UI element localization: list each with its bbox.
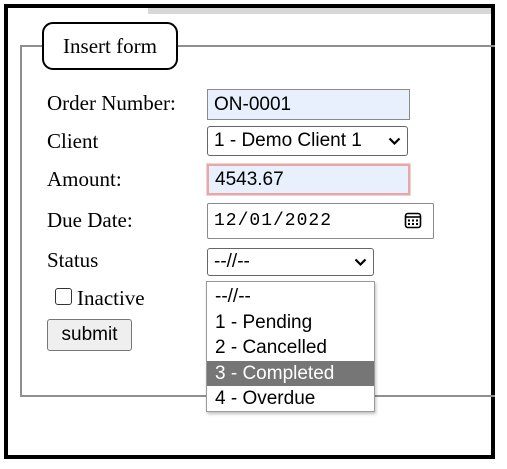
status-dropdown-list: --//-- 1 - Pending 2 - Cancelled 3 - Com… bbox=[206, 281, 375, 412]
order-number-value: ON-0001 bbox=[214, 93, 292, 115]
amount-value: 4543.67 bbox=[215, 168, 284, 190]
chevron-down-icon bbox=[354, 258, 367, 267]
status-option-highlighted[interactable]: 3 - Completed bbox=[207, 360, 374, 386]
submit-button-label: submit bbox=[61, 324, 118, 345]
order-number-label: Order Number: bbox=[47, 91, 176, 115]
status-option[interactable]: 4 - Overdue bbox=[207, 386, 374, 412]
due-date-input[interactable]: 12/01/2022 bbox=[207, 203, 434, 239]
due-date-value: 12/01/2022 bbox=[214, 211, 333, 231]
amount-label: Amount: bbox=[47, 167, 122, 191]
form-legend: Insert form bbox=[42, 22, 178, 70]
status-option[interactable]: 2 - Cancelled bbox=[207, 335, 374, 361]
status-label: Status bbox=[47, 248, 99, 272]
client-select[interactable]: 1 - Demo Client 1 bbox=[207, 126, 408, 156]
amount-input[interactable]: 4543.67 bbox=[207, 164, 410, 195]
submit-button[interactable]: submit bbox=[47, 319, 132, 351]
due-date-label: Due Date: bbox=[47, 208, 133, 232]
top-shadow bbox=[148, 8, 491, 14]
status-option[interactable]: --//-- bbox=[207, 284, 374, 310]
calendar-icon[interactable] bbox=[404, 211, 422, 229]
client-label: Client bbox=[47, 129, 99, 153]
status-selected-value: --//-- bbox=[214, 251, 250, 272]
inactive-checkbox[interactable] bbox=[55, 288, 72, 305]
status-option[interactable]: 1 - Pending bbox=[207, 310, 374, 336]
status-select[interactable]: --//-- bbox=[207, 248, 374, 276]
chevron-down-icon bbox=[388, 137, 401, 146]
inactive-label: Inactive bbox=[77, 286, 145, 310]
order-number-input[interactable]: ON-0001 bbox=[207, 89, 410, 120]
client-selected-value: 1 - Demo Client 1 bbox=[214, 130, 362, 151]
